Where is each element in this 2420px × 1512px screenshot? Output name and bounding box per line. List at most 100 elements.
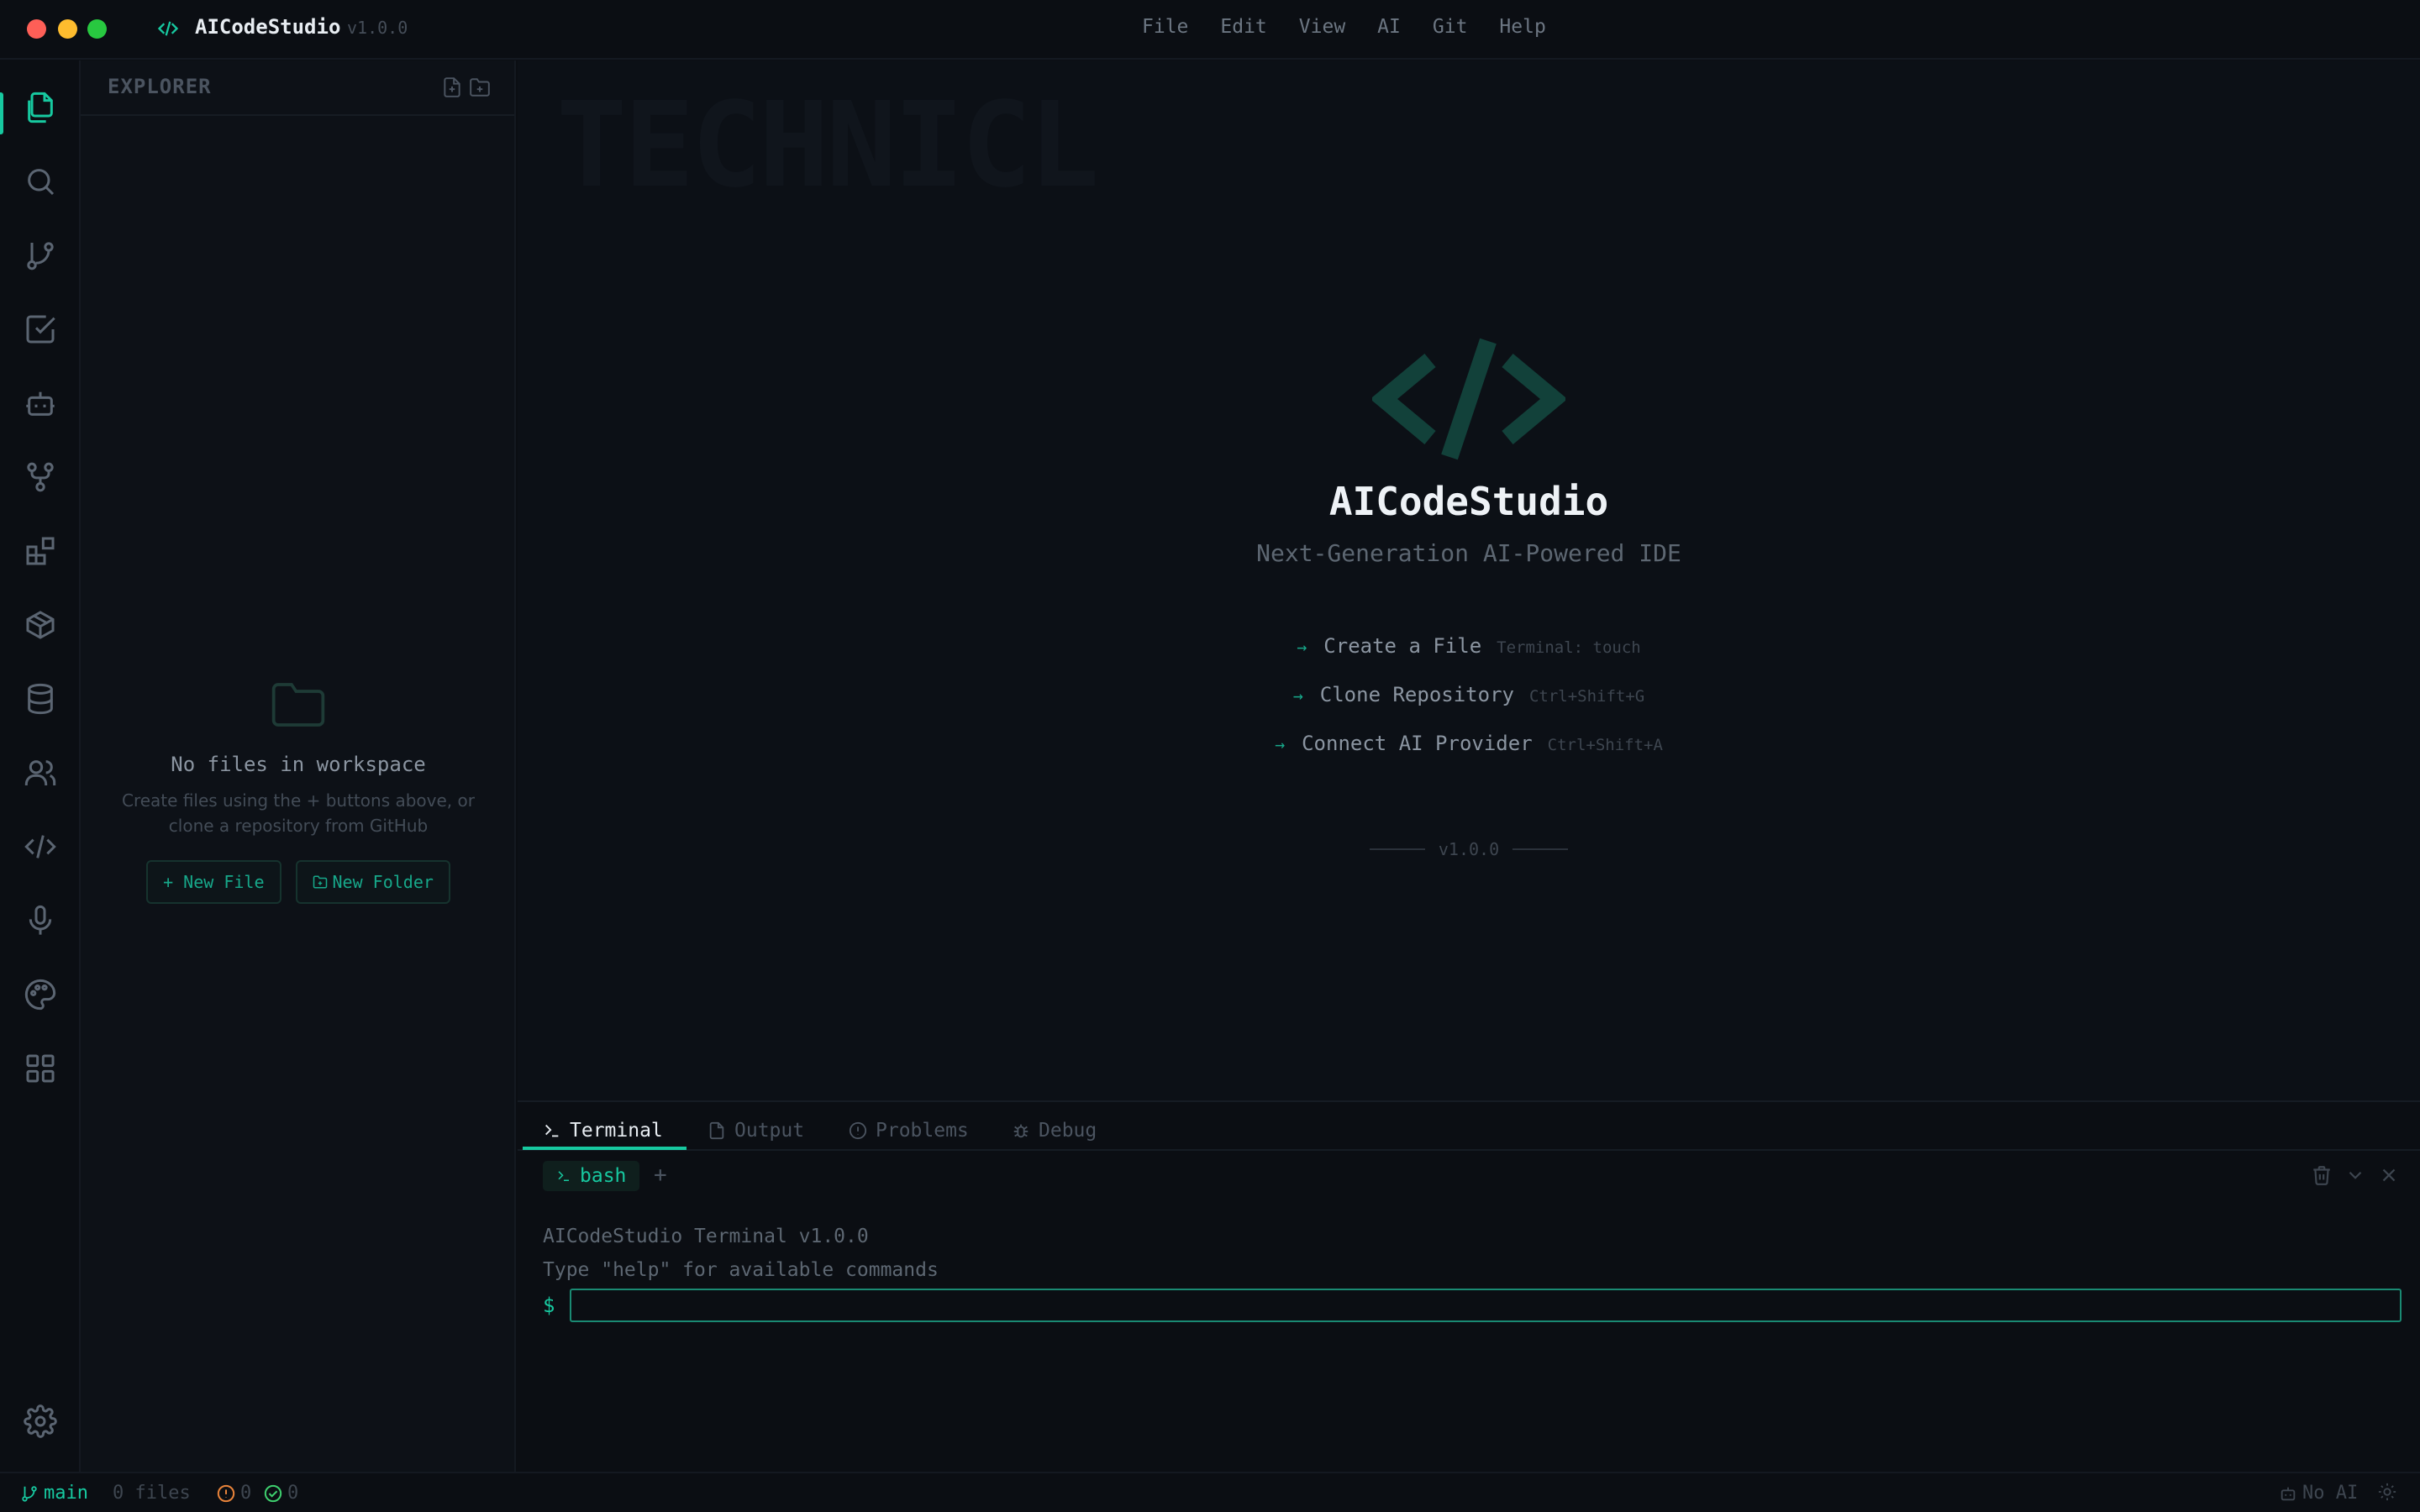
menu-help[interactable]: Help [1499,16,1545,38]
version-footer: v1.0.0 [518,839,2420,859]
users-icon[interactable] [18,751,62,795]
terminal-output: AICodeStudio Terminal v1.0.0 Type "help"… [543,1220,2408,1322]
code-icon[interactable] [18,825,62,869]
empty-desc-line-2: clone a repository from GitHub [168,816,429,836]
alert-circle-icon [849,1121,867,1140]
warnings-count: 0 [240,1483,252,1504]
tab-label: Problems [876,1120,969,1142]
warning-circle-icon [217,1484,235,1502]
bottom-panel: Terminal Output Problems Debug bash + AI… [518,1100,2420,1472]
divider [1369,848,1425,850]
checks-count: 0 [287,1483,299,1504]
explorer-panel: EXPLORER No files in workspace Create fi… [81,60,516,1472]
app-name: AICodeStudio [195,15,341,39]
apps-grid-icon[interactable] [18,1047,62,1090]
panel-tabs: Terminal Output Problems Debug [518,1102,2420,1151]
editor-area: TECHNICL AICodeStudio Next-Generation AI… [518,60,2420,1100]
active-tab-indicator [523,1147,687,1150]
maximize-window-button[interactable] [87,19,107,39]
session-label: bash [580,1165,627,1187]
file-icon [709,1121,724,1140]
checks-status[interactable]: 0 [264,1483,298,1504]
search-icon[interactable] [18,160,62,203]
welcome-actions: → Create a File Terminal: touch → Clone Rep… [518,622,2420,769]
explorer-header: EXPLORER [81,60,514,116]
files-icon[interactable] [18,86,62,129]
background-watermark: TECHNICL [556,77,1099,214]
trash-icon[interactable] [2311,1164,2333,1186]
terminal-line: Type "help" for available commands [543,1259,939,1281]
add-terminal-button[interactable]: + [654,1163,667,1188]
tab-label: Terminal [570,1120,663,1142]
menu-view[interactable]: View [1299,16,1345,38]
git-graph-icon[interactable] [18,455,62,499]
welcome-subtitle: Next-Generation AI-Powered IDE [1256,539,1681,567]
action-shortcut: Ctrl+Shift+G [1528,687,1645,706]
database-icon[interactable] [18,677,62,721]
empty-desc-line-1: Create files using the + buttons above, … [122,790,475,811]
activity-bar [0,60,81,1472]
extensions-icon[interactable] [18,529,62,573]
new-file-button[interactable]: + New File [146,860,281,904]
arrow-right-icon: → [1297,637,1307,657]
chevron-down-icon[interactable] [2344,1164,2366,1186]
new-file-icon[interactable] [441,76,463,98]
terminal-tabs: bash + [518,1151,2420,1200]
tab-problems[interactable]: Problems [849,1110,969,1151]
empty-description: Create files using the + buttons above, … [81,788,516,838]
ai-bot-icon [2281,1487,2296,1500]
status-bar: main 0 files 0 0 No AI [0,1472,2420,1512]
clone-repository-action[interactable]: → Clone Repository Ctrl+Shift+G [518,671,2420,720]
active-indicator [0,92,3,134]
ai-bot-icon[interactable] [18,381,62,425]
create-file-action[interactable]: → Create a File Terminal: touch [518,622,2420,671]
packages-icon[interactable] [18,603,62,647]
new-folder-button[interactable]: New Folder [295,860,450,904]
divider [1512,848,1569,850]
connect-ai-provider-action[interactable]: → Connect AI Provider Ctrl+Shift+A [518,720,2420,769]
app-version: v1.0.0 [347,18,408,38]
minimize-window-button[interactable] [58,19,77,39]
folder-icon [271,683,325,727]
tab-debug[interactable]: Debug [1012,1110,1097,1151]
empty-title: No files in workspace [171,753,426,776]
terminal-icon [545,1124,559,1137]
close-window-button[interactable] [27,19,46,39]
git-branch-icon [22,1485,37,1502]
menu-file[interactable]: File [1142,16,1188,38]
warnings-status[interactable]: 0 [217,1483,251,1504]
tab-terminal[interactable]: Terminal [543,1110,663,1151]
action-label: Connect AI Provider [1302,732,1533,755]
check-circle-icon [264,1484,282,1502]
tasks-icon[interactable] [18,307,62,351]
microphone-icon[interactable] [18,899,62,942]
sun-icon [2378,1483,2396,1501]
new-folder-icon[interactable] [469,76,491,98]
palette-icon[interactable] [18,973,62,1016]
theme-toggle[interactable] [2378,1483,2396,1501]
arrow-right-icon: → [1275,734,1286,754]
menu-bar: File Edit View AI Git Help [1142,16,1578,38]
folder-plus-icon [313,875,327,889]
action-shortcut: Terminal: touch [1497,638,1641,657]
app-logo-icon [157,21,179,36]
terminal-session-tab[interactable]: bash [543,1161,640,1191]
welcome-title: AICodeStudio [1328,479,1609,524]
close-icon[interactable] [2378,1164,2400,1186]
explorer-title: EXPLORER [108,75,212,98]
gear-icon[interactable] [18,1399,62,1443]
tab-label: Output [734,1120,805,1142]
branch-status[interactable]: main [20,1483,88,1504]
action-label: Clone Repository [1319,683,1514,706]
menu-edit[interactable]: Edit [1220,16,1266,38]
ai-status[interactable]: No AI [2279,1483,2358,1504]
empty-actions: + New File New Folder [81,860,516,904]
tab-output[interactable]: Output [708,1110,804,1151]
source-control-icon[interactable] [18,234,62,277]
menu-ai[interactable]: AI [1377,16,1401,38]
terminal-input[interactable] [570,1289,2402,1322]
action-shortcut: Ctrl+Shift+A [1547,736,1663,754]
menu-git[interactable]: Git [1433,16,1468,38]
welcome-screen: AICodeStudio Next-Generation AI-Powered … [518,336,2420,859]
tab-label: Debug [1039,1120,1097,1142]
